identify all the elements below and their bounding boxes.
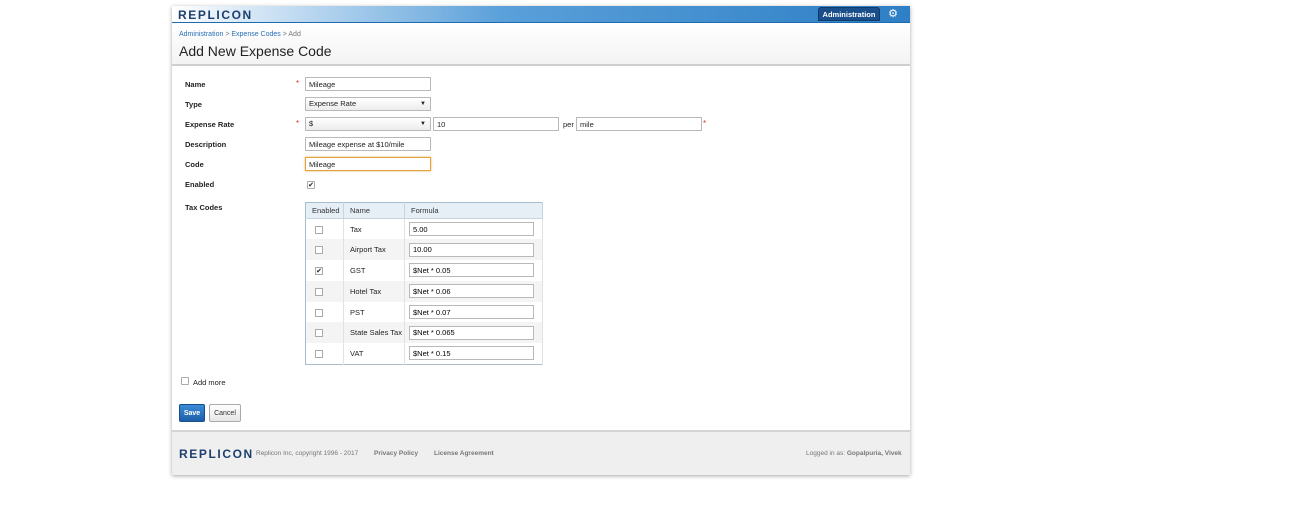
name-input[interactable] (305, 77, 431, 91)
enabled-label: Enabled (185, 180, 215, 189)
table-row: Airport Tax (305, 239, 543, 261)
replicon-logo[interactable]: REPLICON (178, 8, 253, 22)
tax-enabled-checkbox[interactable] (315, 349, 323, 358)
breadcrumb-separator: > (282, 31, 287, 38)
tax-formula-input[interactable] (409, 222, 534, 237)
tax-enabled-checkbox[interactable] (315, 225, 323, 234)
license-agreement-link[interactable]: License Agreement (434, 450, 494, 457)
tax-name: GST (343, 260, 405, 281)
tax-formula-input[interactable] (409, 284, 534, 299)
footer: REPLICON Replicon Inc, copyright 1996 - … (172, 430, 910, 475)
rate-unit-input[interactable] (576, 117, 702, 131)
per-label: per (563, 120, 574, 129)
required-marker: * (703, 119, 707, 128)
column-header-enabled: Enabled (305, 202, 344, 219)
column-header-name: Name (343, 202, 405, 219)
add-more-checkbox[interactable] (181, 377, 189, 385)
tax-enabled-checkbox[interactable] (315, 308, 323, 317)
checkmark-icon: ✔ (316, 268, 322, 275)
currency-select[interactable]: $ ▼ (305, 117, 431, 131)
table-row: State Sales Tax (305, 322, 543, 344)
tax-enabled-checkbox[interactable] (315, 287, 323, 296)
breadcrumb: Administration > Expense Codes > Add (179, 31, 301, 38)
tax-formula-input[interactable] (409, 325, 534, 340)
tax-formula-input[interactable] (409, 305, 534, 320)
footer-logo: REPLICON (179, 447, 254, 461)
top-bar: REPLICON Administration ⚙ (172, 6, 910, 23)
chevron-down-icon: ▼ (420, 101, 426, 107)
type-label: Type (185, 100, 202, 109)
tax-codes-label: Tax Codes (185, 203, 223, 212)
column-header-formula: Formula (404, 202, 543, 219)
tax-name: State Sales Tax (343, 322, 405, 344)
logged-in-status: Logged in as: Gopalpuria, Vivek (806, 450, 902, 457)
type-select[interactable]: Expense Rate ▼ (305, 97, 431, 111)
required-marker: * (296, 79, 300, 88)
add-more-label[interactable]: Add more (193, 378, 226, 387)
description-input[interactable] (305, 137, 431, 151)
tax-name: VAT (343, 343, 405, 365)
code-label: Code (185, 160, 204, 169)
table-row: PST (305, 301, 543, 323)
tax-codes-table: Enabled Name Formula Tax Airport Tax ✔ G… (305, 202, 543, 365)
logged-in-user: Gopalpuria, Vivek (846, 450, 902, 457)
tax-formula-input[interactable] (409, 346, 534, 361)
cancel-button[interactable]: Cancel (209, 404, 241, 422)
table-header-row: Enabled Name Formula (305, 202, 543, 219)
enabled-checkbox[interactable]: ✔ (307, 181, 315, 189)
checkmark-icon: ✔ (308, 182, 314, 189)
required-marker: * (296, 119, 300, 128)
app-window: REPLICON Administration ⚙ Administration… (172, 6, 910, 475)
tax-name: Airport Tax (343, 239, 405, 261)
logged-in-prefix: Logged in as: (806, 450, 846, 457)
description-label: Description (185, 140, 227, 149)
chevron-down-icon: ▼ (420, 121, 426, 127)
type-select-value: Expense Rate (309, 99, 357, 108)
tax-enabled-checkbox[interactable] (315, 329, 323, 338)
tax-formula-input[interactable] (409, 263, 534, 278)
gear-icon[interactable]: ⚙ (886, 7, 900, 21)
page-header: Administration > Expense Codes > Add Add… (172, 24, 910, 66)
administration-tab[interactable]: Administration (818, 7, 880, 21)
tax-name: PST (343, 301, 405, 323)
breadcrumb-current: Add (288, 31, 301, 38)
currency-select-value: $ (309, 119, 314, 128)
tax-name: Hotel Tax (343, 280, 405, 302)
privacy-policy-link[interactable]: Privacy Policy (374, 450, 418, 457)
table-row: Tax (305, 218, 543, 240)
name-label: Name (185, 80, 206, 89)
breadcrumb-separator: > (225, 31, 230, 38)
tax-name: Tax (343, 218, 405, 240)
page-title: Add New Expense Code (179, 43, 332, 59)
breadcrumb-administration[interactable]: Administration (179, 31, 223, 38)
table-row: Hotel Tax (305, 280, 543, 302)
rate-amount-input[interactable] (433, 117, 559, 131)
table-row: ✔ GST (305, 260, 543, 281)
table-row: VAT (305, 343, 543, 365)
copyright-text: Replicon Inc, copyright 1996 - 2017 (256, 450, 359, 457)
tax-enabled-checkbox[interactable] (315, 246, 323, 255)
code-input[interactable] (305, 157, 431, 171)
tax-formula-input[interactable] (409, 242, 534, 257)
breadcrumb-expense-codes[interactable]: Expense Codes (231, 31, 280, 38)
tax-enabled-checkbox[interactable]: ✔ (315, 267, 323, 275)
save-button[interactable]: Save (179, 404, 205, 422)
expense-rate-label: Expense Rate (185, 120, 235, 129)
